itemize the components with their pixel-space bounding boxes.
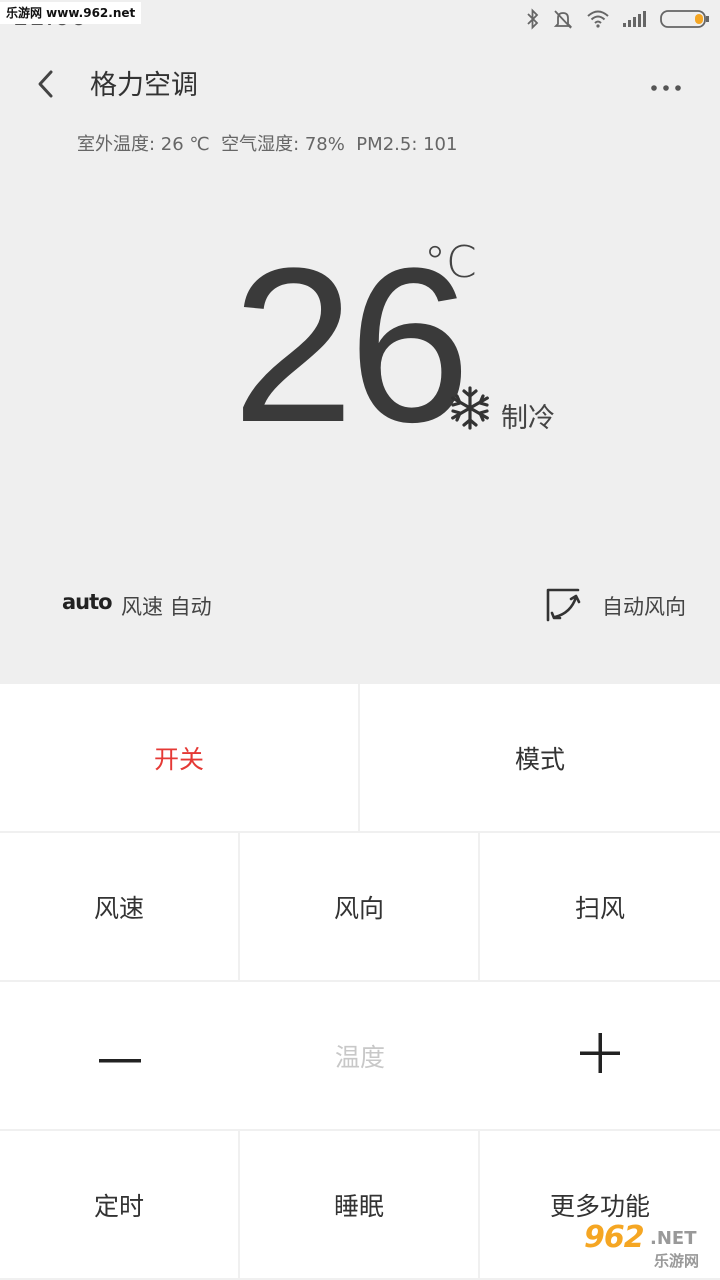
fan-auto-badge: auto: [62, 590, 113, 614]
wifi-icon: [586, 9, 610, 29]
mode-button[interactable]: 模式: [360, 684, 720, 833]
bluetooth-icon: [526, 8, 540, 30]
temperature-label-cell: 温度: [240, 982, 480, 1131]
page-title: 格力空调: [90, 70, 198, 101]
status-panel: 乐游网 www.962.net 11:00 格力空调: [0, 0, 720, 684]
fan-direction-label: 风向: [333, 893, 384, 923]
temperature-increase-button[interactable]: [480, 982, 720, 1131]
status-bar: 乐游网 www.962.net 11:00: [0, 0, 720, 40]
mute-icon: [552, 8, 574, 30]
temperature-label: 温度: [334, 1042, 385, 1072]
minus-icon: [99, 1041, 141, 1070]
sleep-button[interactable]: 睡眠: [240, 1131, 480, 1280]
temperature-unit: °C: [424, 237, 477, 288]
timer-button[interactable]: 定时: [0, 1131, 240, 1280]
header: 格力空调: [0, 58, 720, 114]
sleep-label: 睡眠: [333, 1191, 384, 1221]
watermark-cn: 乐游网: [654, 1252, 700, 1270]
watermark-number: 962: [584, 1220, 645, 1255]
plus-icon: [580, 1032, 620, 1079]
watermark-net: .NET: [650, 1228, 697, 1249]
back-button[interactable]: [26, 66, 66, 106]
wind-direction-status: 自动风向: [602, 595, 686, 619]
more-options-button[interactable]: [642, 66, 690, 106]
temperature-row: 温度: [0, 982, 720, 1131]
power-button[interactable]: 开关: [0, 684, 360, 833]
control-row: 开关 模式: [0, 684, 720, 833]
signal-icon: [622, 10, 648, 28]
control-row: 风速 风向 扫风: [0, 833, 720, 982]
swing-label: 扫风: [574, 893, 625, 923]
more-horizontal-icon: [650, 77, 682, 96]
chevron-left-icon: [36, 69, 56, 103]
watermark-top: 乐游网 www.962.net: [0, 2, 142, 24]
status-icons: [526, 6, 710, 32]
fan-speed-status: 风速 自动: [121, 595, 212, 619]
swing-direction-icon: [543, 585, 583, 625]
temperature-decrease-button[interactable]: [0, 982, 240, 1131]
control-grid: 开关 模式 风速 风向 扫风 温度 定时 睡眠 更多功能 962 .NET 乐游…: [0, 684, 720, 1280]
fan-speed-label: 风速: [93, 893, 144, 923]
battery-icon: [660, 9, 710, 29]
fan-speed-button[interactable]: 风速: [0, 833, 240, 982]
power-label: 开关: [153, 744, 204, 774]
swing-button[interactable]: 扫风: [480, 833, 720, 982]
environment-info: 室外温度: 26 ℃ 空气湿度: 78% PM2.5: 101: [77, 134, 458, 155]
mode-button-label: 模式: [514, 744, 565, 774]
fan-direction-button[interactable]: 风向: [240, 833, 480, 982]
timer-label: 定时: [93, 1191, 144, 1221]
mode-label: 制冷: [501, 403, 555, 434]
more-functions-label: 更多功能: [549, 1191, 650, 1221]
watermark-logo: 962 .NET 乐游网: [584, 1220, 712, 1274]
snowflake-icon: [447, 385, 493, 431]
